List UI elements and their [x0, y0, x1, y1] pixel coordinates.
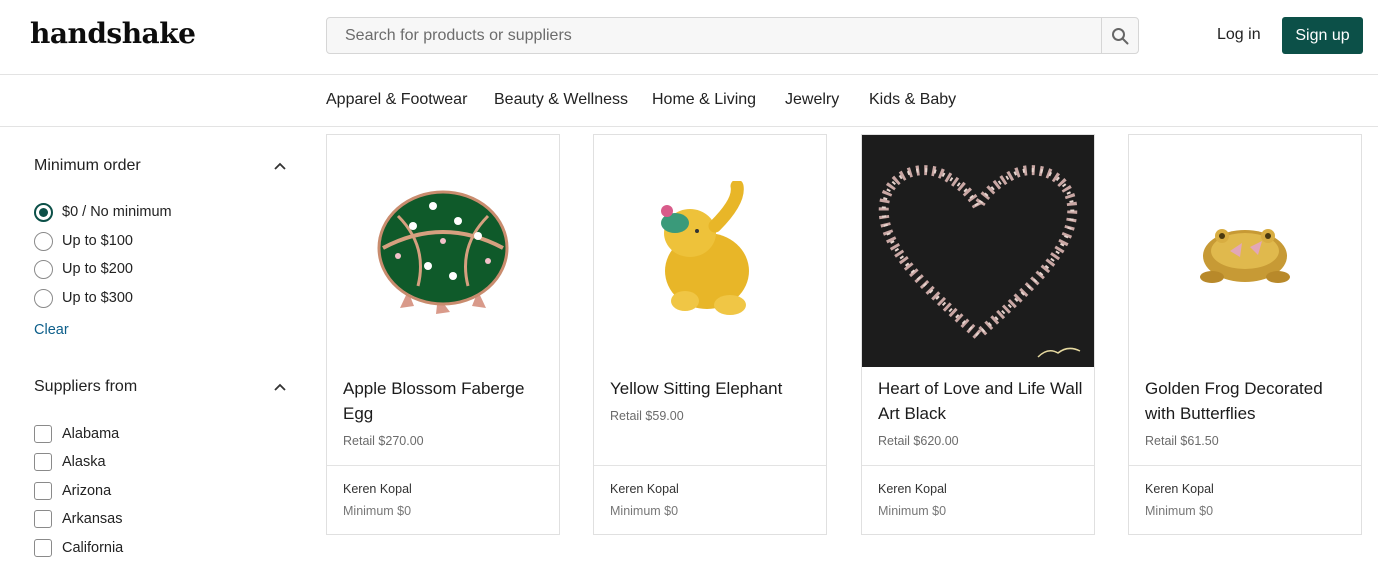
minimum-order: Minimum $0 [878, 504, 947, 518]
jeweled-heart-wall-art-image [862, 135, 1094, 367]
nav-item-home[interactable]: Home & Living [652, 91, 756, 109]
supplier-name[interactable]: Keren Kopal [878, 482, 947, 496]
checkbox[interactable] [34, 482, 52, 500]
clear-filter-link[interactable]: Clear [34, 322, 69, 338]
chevron-up-icon[interactable] [272, 379, 288, 395]
min-order-option-200[interactable]: Up to $200 [34, 258, 133, 280]
nav-item-apparel[interactable]: Apparel & Footwear [326, 91, 467, 109]
supplier-option-label: Alaska [62, 454, 106, 470]
product-card[interactable]: Golden Frog Decorated with Butterflies R… [1128, 134, 1362, 535]
min-order-option-100[interactable]: Up to $100 [34, 230, 133, 252]
product-image[interactable] [327, 135, 559, 367]
product-image[interactable] [862, 135, 1094, 367]
supplier-option-california[interactable]: California [34, 537, 123, 559]
minimum-order-heading: Minimum order [34, 157, 141, 174]
nav-item-kids[interactable]: Kids & Baby [869, 91, 956, 109]
card-divider [862, 465, 1094, 466]
supplier-option-alabama[interactable]: Alabama [34, 423, 119, 445]
search-icon [1112, 27, 1129, 44]
product-card[interactable]: Yellow Sitting Elephant Retail $59.00 Ke… [593, 134, 827, 535]
nav-item-beauty[interactable]: Beauty & Wellness [494, 91, 628, 109]
min-order-option-label: Up to $100 [62, 233, 133, 249]
yellow-elephant-image [661, 181, 749, 315]
search-input[interactable] [327, 18, 1101, 53]
supplier-option-label: Arizona [62, 483, 112, 499]
product-name[interactable]: Yellow Sitting Elephant [610, 376, 815, 401]
category-nav: Apparel & Footwear Beauty & Wellness Hom… [0, 75, 1378, 127]
min-order-option-label: Up to $200 [62, 261, 133, 277]
product-image[interactable] [594, 135, 826, 367]
min-order-option-0[interactable]: $0 / No minimum [34, 201, 172, 223]
top-header: handshake Log in Sign up [0, 0, 1378, 75]
supplier-option-label: California [62, 540, 124, 556]
product-image[interactable] [1129, 135, 1361, 367]
minimum-order: Minimum $0 [343, 504, 412, 518]
supplier-option-arizona[interactable]: Arizona [34, 480, 111, 502]
minimum-order: Minimum $0 [1145, 504, 1214, 518]
supplier-name[interactable]: Keren Kopal [610, 482, 679, 496]
product-price: Retail $270.00 [343, 434, 424, 448]
card-divider [1129, 465, 1361, 466]
nav-item-jewelry[interactable]: Jewelry [785, 91, 839, 109]
suppliers-from-heading: Suppliers from [34, 378, 138, 395]
checkbox[interactable] [34, 510, 52, 528]
card-divider [327, 465, 559, 466]
green-faberge-egg-image [377, 190, 509, 314]
product-price: Retail $620.00 [878, 434, 959, 448]
checkbox[interactable] [34, 453, 52, 471]
checkbox[interactable] [34, 425, 52, 443]
supplier-option-label: Arkansas [62, 511, 123, 527]
card-divider [594, 465, 826, 466]
product-name[interactable]: Golden Frog Decorated with Butterflies [1145, 376, 1350, 426]
radio[interactable] [34, 231, 53, 251]
supplier-name[interactable]: Keren Kopal [343, 482, 412, 496]
search-bar [326, 17, 1139, 54]
supplier-option-label: Alabama [62, 426, 120, 442]
product-name[interactable]: Apple Blossom Faberge Egg [343, 376, 548, 426]
search-button[interactable] [1101, 18, 1138, 53]
checkbox[interactable] [34, 539, 52, 557]
product-name[interactable]: Heart of Love and Life Wall Art Black [878, 376, 1083, 426]
radio[interactable] [34, 288, 53, 308]
chevron-up-icon[interactable] [272, 158, 288, 174]
handshake-logo[interactable]: handshake [30, 17, 196, 50]
radio-selected[interactable] [34, 202, 53, 222]
product-card[interactable]: Apple Blossom Faberge Egg Retail $270.00… [326, 134, 560, 535]
supplier-option-alaska[interactable]: Alaska [34, 451, 106, 473]
login-link[interactable]: Log in [1217, 26, 1261, 44]
supplier-name[interactable]: Keren Kopal [1145, 482, 1214, 496]
signup-button[interactable]: Sign up [1282, 17, 1363, 54]
product-price: Retail $61.50 [1145, 434, 1219, 448]
supplier-option-arkansas[interactable]: Arkansas [34, 508, 122, 530]
min-order-option-label: $0 / No minimum [62, 204, 172, 220]
radio[interactable] [34, 259, 53, 279]
product-card[interactable]: Heart of Love and Life Wall Art Black Re… [861, 134, 1095, 535]
min-order-option-label: Up to $300 [62, 290, 133, 306]
minimum-order: Minimum $0 [610, 504, 679, 518]
min-order-option-300[interactable]: Up to $300 [34, 287, 133, 309]
golden-frog-image [1200, 229, 1290, 283]
product-price: Retail $59.00 [610, 409, 684, 423]
